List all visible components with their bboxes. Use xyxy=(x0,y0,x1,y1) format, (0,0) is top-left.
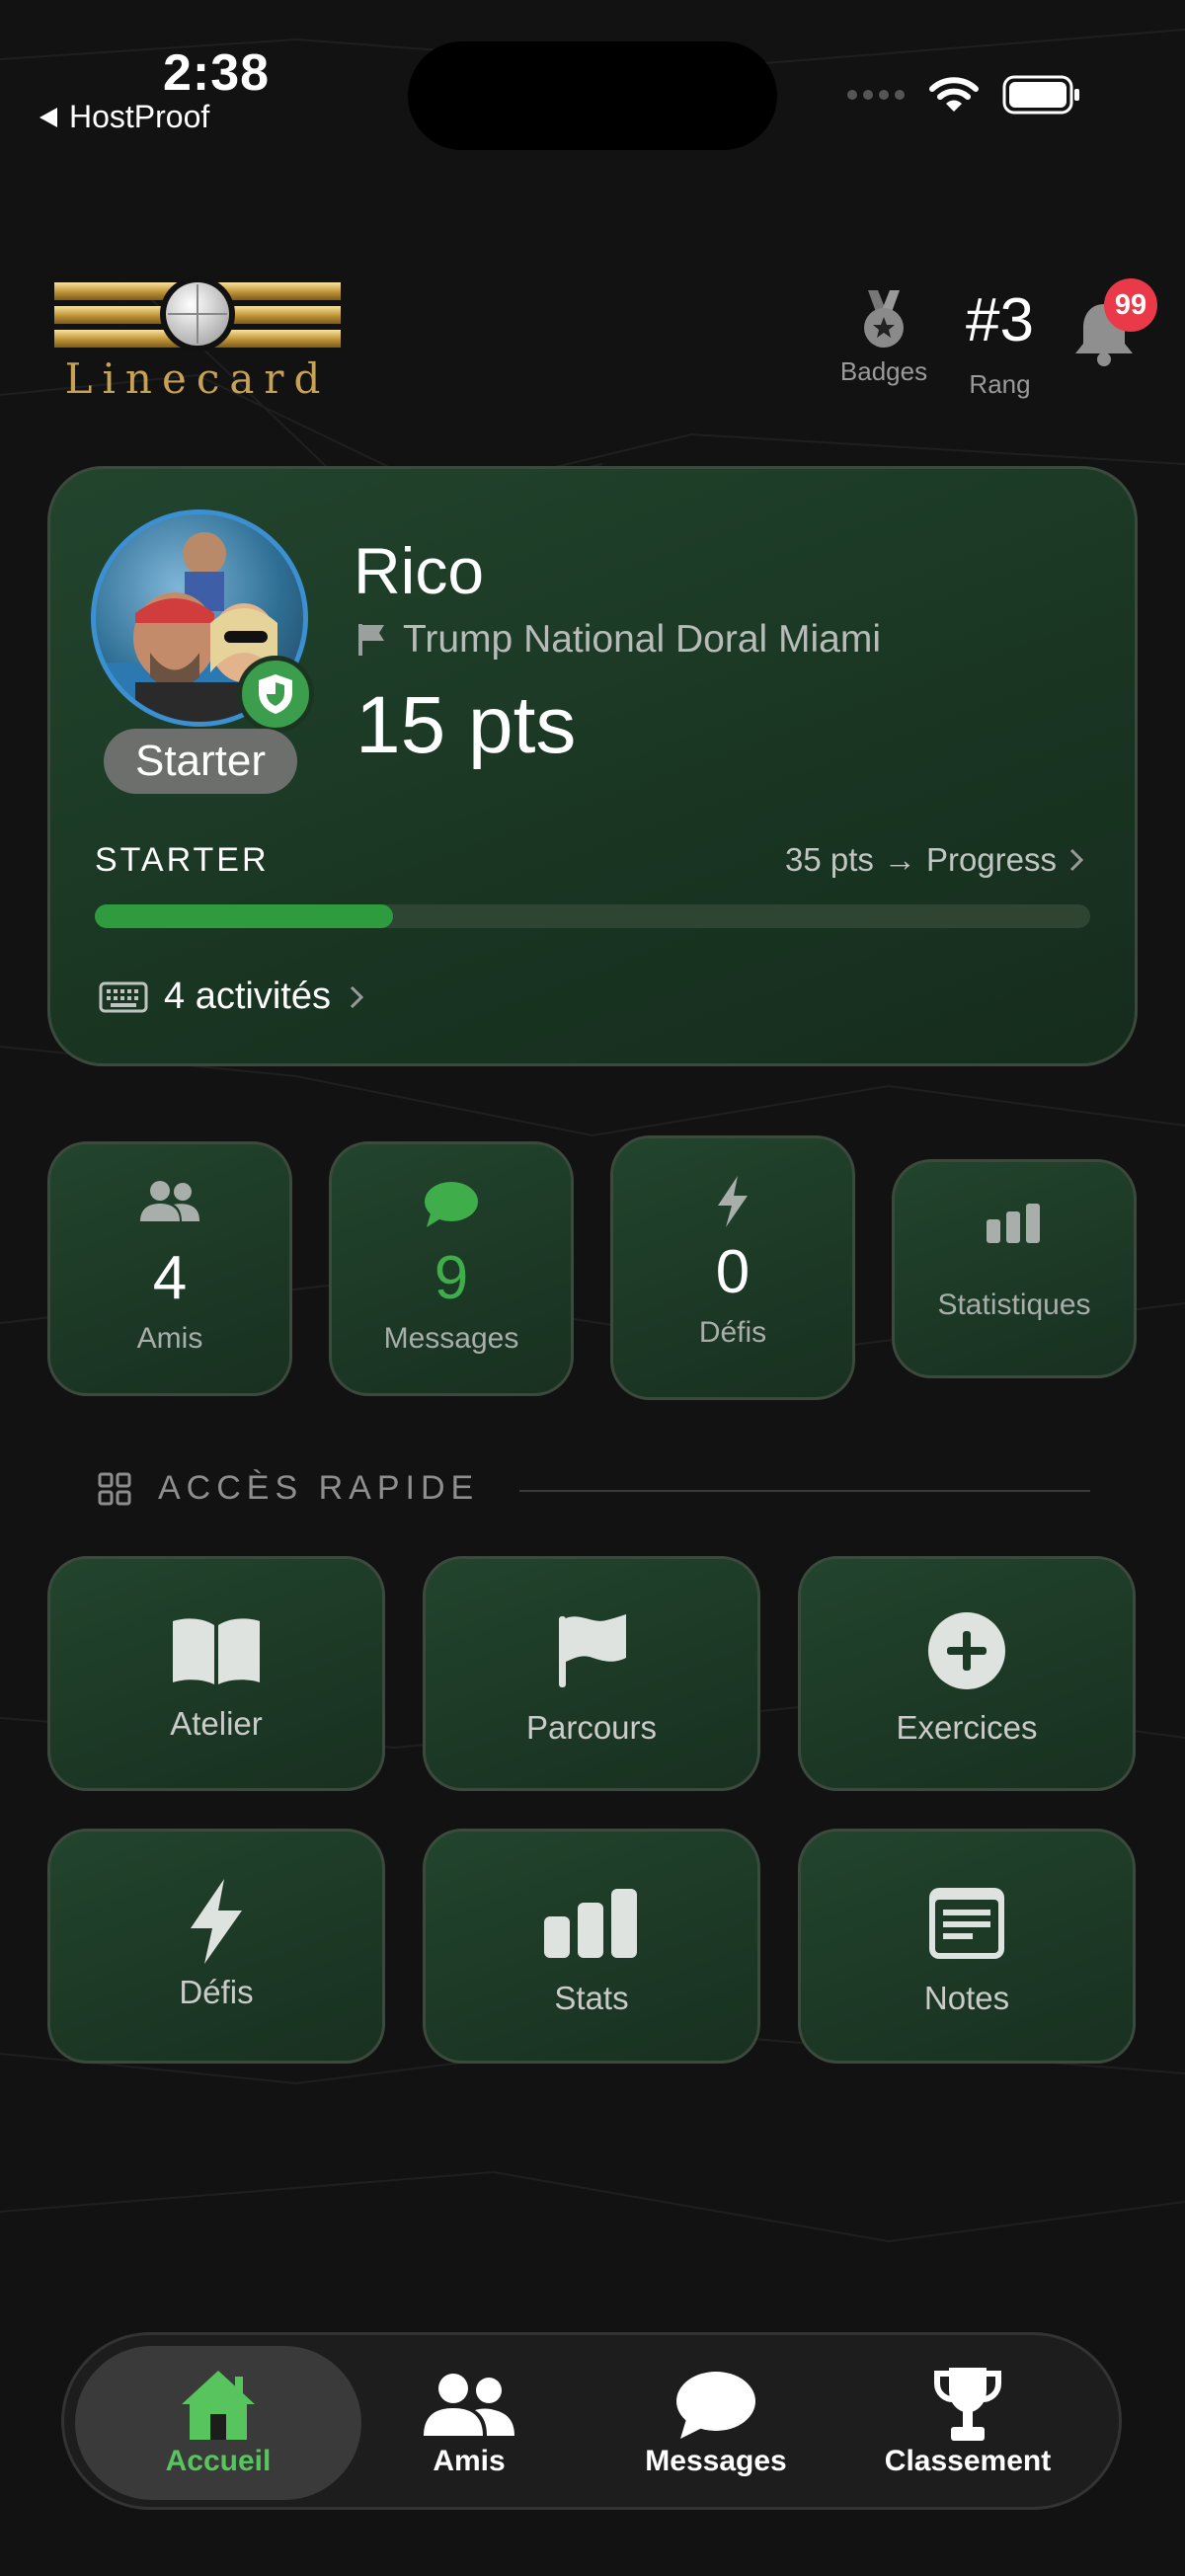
battery-icon xyxy=(1002,75,1079,115)
profile-name: Rico xyxy=(354,534,485,607)
tab-accueil[interactable]: Accueil xyxy=(75,2344,361,2498)
badges-button[interactable]: Badges xyxy=(830,288,938,387)
linecard-logo: Linecard xyxy=(54,276,341,400)
stat-label: Défis xyxy=(698,1316,767,1350)
shield-level-icon xyxy=(237,656,314,733)
progress-label: Progress xyxy=(925,841,1057,878)
bar-chart-icon xyxy=(987,1204,1040,1243)
notification-count-badge: 99 xyxy=(1104,278,1157,332)
progress-link[interactable]: 35 pts → Progress xyxy=(785,841,1086,879)
tab-amis[interactable]: Amis xyxy=(380,2344,558,2498)
medal-icon xyxy=(864,290,904,348)
level-progress-bar xyxy=(95,904,1090,928)
tab-label: Classement xyxy=(884,2445,1052,2477)
section-divider xyxy=(519,1490,1090,1492)
signal-dots-icon xyxy=(847,90,905,100)
stat-tile-statistiques[interactable]: Statistiques xyxy=(892,1159,1137,1378)
points-value: 15 pts xyxy=(356,680,577,770)
flag-icon xyxy=(358,624,384,656)
friends-icon xyxy=(140,1181,199,1221)
quick-tile-label: Parcours xyxy=(525,1709,658,1746)
activities-link[interactable]: 4 activités xyxy=(99,976,366,1018)
chevron-right-icon xyxy=(350,985,364,1008)
chevron-right-icon xyxy=(1069,848,1084,872)
lightning-icon xyxy=(191,1879,242,1964)
badges-label: Badges xyxy=(839,356,928,386)
level-title: STARTER xyxy=(95,841,270,879)
activities-label: 4 activités xyxy=(164,976,331,1017)
tab-label: Amis xyxy=(433,2445,506,2477)
status-icons xyxy=(846,75,1081,115)
home-course[interactable]: Trump National Doral Miami xyxy=(356,618,881,662)
stat-label: Messages xyxy=(383,1322,519,1356)
stat-label: Statistiques xyxy=(937,1288,1091,1321)
back-app-label: HostProof xyxy=(69,99,210,134)
tab-label: Messages xyxy=(645,2445,787,2477)
trophy-icon xyxy=(934,2368,1001,2441)
stat-label: Amis xyxy=(136,1322,203,1356)
quick-tile-exercices[interactable]: Exercices xyxy=(798,1556,1136,1791)
tab-classement[interactable]: Classement xyxy=(869,2344,1066,2498)
quick-tile-stats[interactable]: Stats xyxy=(423,1829,760,2064)
quick-tile-defis[interactable]: Défis xyxy=(47,1829,385,2064)
quick-tile-label: Stats xyxy=(554,1980,629,2016)
tab-label: Accueil xyxy=(165,2445,272,2477)
level-badge-pill: Starter xyxy=(104,729,297,794)
arrow-right-icon: → xyxy=(883,841,916,878)
dynamic-island xyxy=(408,41,777,150)
grid-icon xyxy=(98,1472,131,1505)
tab-messages[interactable]: Messages xyxy=(622,2344,810,2498)
notes-icon xyxy=(929,1888,1004,1959)
quick-tile-parcours[interactable]: Parcours xyxy=(423,1556,760,1791)
stat-value: 9 xyxy=(434,1244,469,1312)
stat-value: 0 xyxy=(715,1238,750,1306)
rank-display[interactable]: #3 Rang xyxy=(948,290,1052,400)
rank-value: #3 xyxy=(966,286,1034,354)
bar-chart-icon xyxy=(544,1889,637,1958)
home-icon xyxy=(182,2371,255,2440)
lightning-icon xyxy=(718,1176,748,1227)
stat-tile-messages[interactable]: 9 Messages xyxy=(329,1141,574,1396)
flag-icon xyxy=(559,1614,626,1687)
stat-value: 4 xyxy=(152,1244,188,1312)
course-name: Trump National Doral Miami xyxy=(403,618,882,661)
keyboard-icon xyxy=(99,981,148,1012)
quick-tile-label: Défis xyxy=(179,1974,254,2010)
next-level-points: 35 pts xyxy=(785,841,874,878)
friends-icon xyxy=(424,2374,514,2436)
message-icon xyxy=(425,1182,478,1227)
quick-tile-notes[interactable]: Notes xyxy=(798,1829,1136,2064)
wifi-icon xyxy=(929,77,979,112)
quick-access-title: ACCÈS RAPIDE xyxy=(158,1469,480,1507)
book-icon xyxy=(173,1618,260,1684)
level-progress-fill xyxy=(95,904,394,928)
back-triangle-icon xyxy=(40,107,57,127)
quick-tile-label: Notes xyxy=(923,1980,1010,2016)
stat-tile-amis[interactable]: 4 Amis xyxy=(47,1141,292,1396)
quick-tile-label: Exercices xyxy=(896,1709,1038,1746)
rank-label: Rang xyxy=(969,369,1031,399)
status-time: 2:38 xyxy=(163,44,271,102)
logo-text: Linecard xyxy=(65,354,331,400)
quick-access-header: ACCÈS RAPIDE xyxy=(97,1469,479,1508)
quick-tile-atelier[interactable]: Atelier xyxy=(47,1556,385,1791)
plus-circle-icon xyxy=(928,1612,1005,1689)
message-icon xyxy=(676,2372,755,2439)
quick-tile-label: Atelier xyxy=(170,1705,263,1742)
back-to-app-link[interactable]: HostProof xyxy=(38,99,209,135)
stat-tile-defis[interactable]: 0 Défis xyxy=(610,1135,855,1400)
